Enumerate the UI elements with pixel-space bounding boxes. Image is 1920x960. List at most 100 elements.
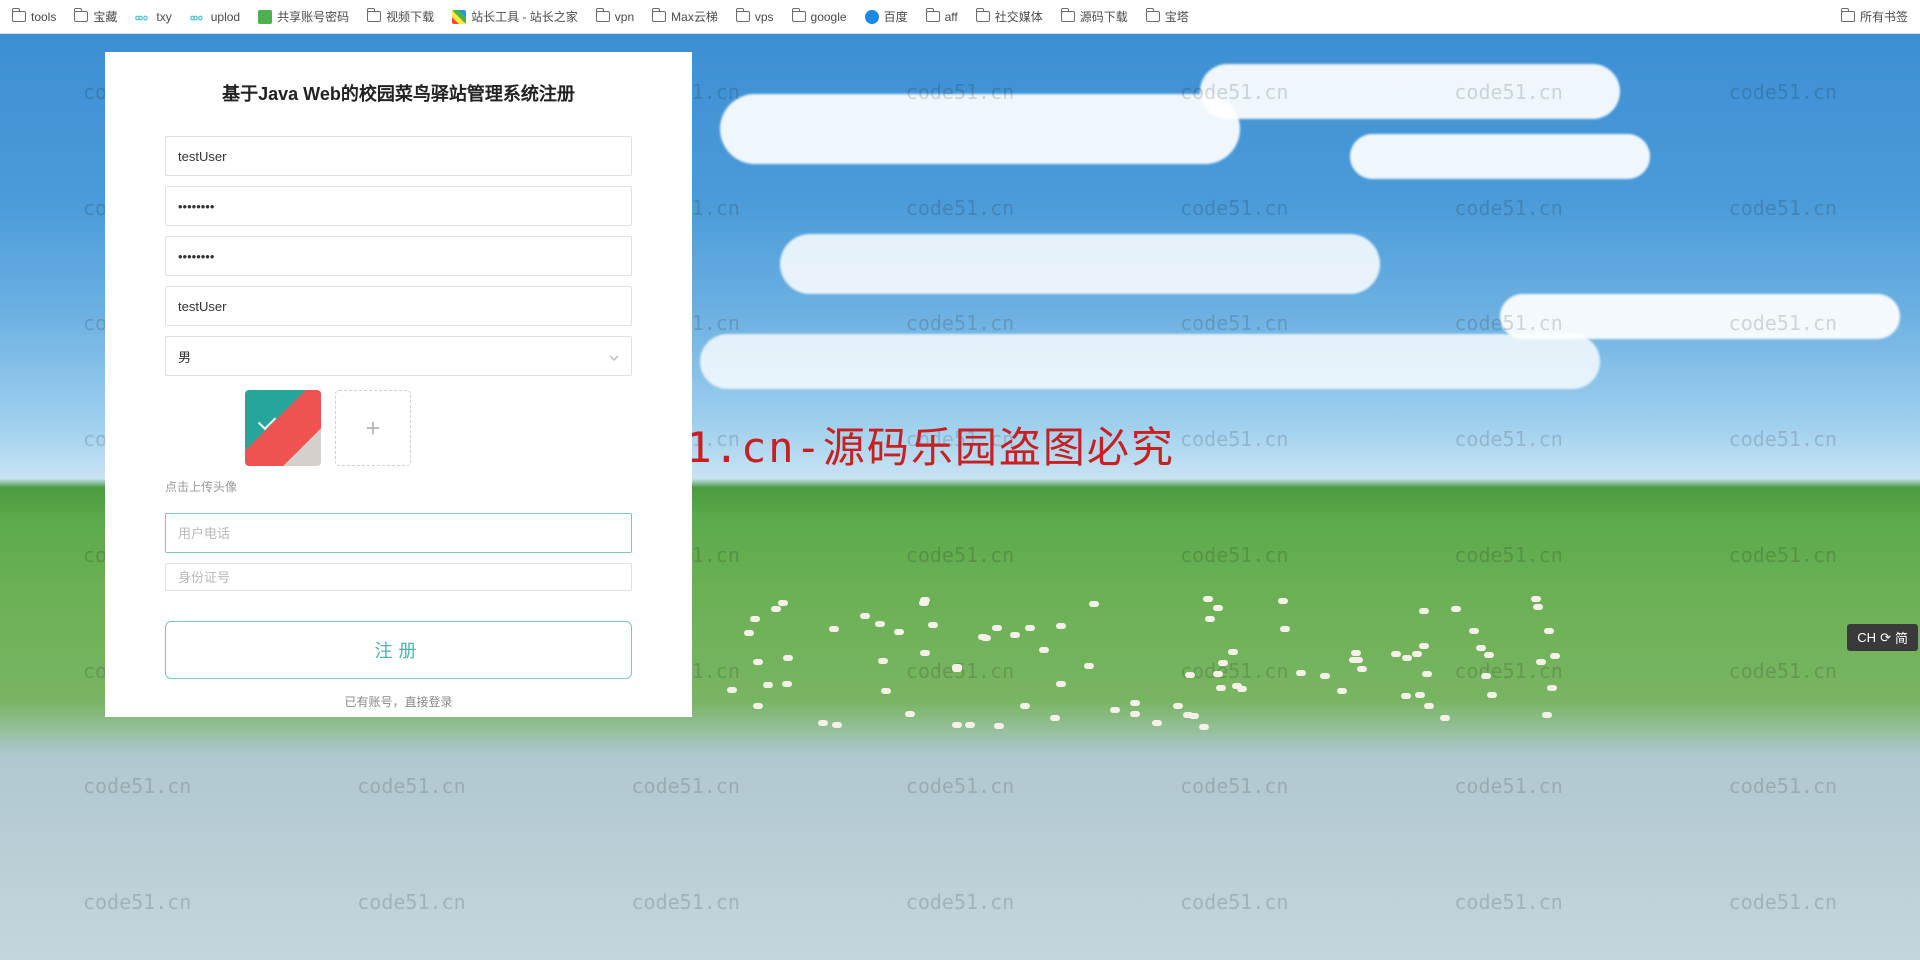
sheep-decoration xyxy=(978,634,988,640)
cloud-decoration xyxy=(1500,294,1900,339)
sheep-decoration xyxy=(994,723,1004,729)
sheep-decoration xyxy=(727,687,737,693)
watermark-text: code51.cn xyxy=(1646,381,1920,497)
watermark-text: code51.cn xyxy=(1646,729,1920,845)
register-button[interactable]: 注册 xyxy=(165,621,632,679)
bookmark-item[interactable]: 共享账号密码 xyxy=(258,8,349,25)
bookmark-item[interactable]: uplod xyxy=(190,10,240,24)
watermark-text: code51.cn xyxy=(1371,729,1645,845)
sheep-decoration xyxy=(1487,692,1497,698)
sheep-decoration xyxy=(763,682,773,688)
folder-icon xyxy=(792,11,806,22)
bookmark-label: vps xyxy=(755,10,774,24)
watermark-text: code51.cn xyxy=(1371,381,1645,497)
bookmark-item[interactable]: 站长工具 - 站长之家 xyxy=(452,8,578,25)
cloud-decoration xyxy=(1350,134,1650,179)
bookmark-label: uplod xyxy=(211,10,240,24)
watermark-text: code51.cn xyxy=(823,844,1097,960)
cloud-decoration xyxy=(700,334,1600,389)
sheep-decoration xyxy=(1056,623,1066,629)
favicon-icon xyxy=(452,10,466,24)
bookmark-item[interactable]: 百度 xyxy=(865,8,908,25)
watermark-text: code51.cn xyxy=(0,844,274,960)
favicon-icon xyxy=(258,10,272,24)
bookmark-item[interactable]: 宝藏 xyxy=(74,8,117,25)
sheep-decoration xyxy=(1020,703,1030,709)
page-title: 基于Java Web的校园菜鸟驿站管理系统注册 xyxy=(165,80,632,106)
sheep-decoration xyxy=(1089,601,1099,607)
gender-value: 男 xyxy=(178,347,191,366)
sheep-decoration xyxy=(778,600,788,606)
gender-select[interactable]: 男 xyxy=(165,336,632,376)
folder-icon xyxy=(1061,11,1075,22)
bookmark-item[interactable]: vps xyxy=(736,10,774,24)
bookmark-label: Max云梯 xyxy=(671,8,718,25)
bookmark-item[interactable]: Max云梯 xyxy=(652,8,718,25)
bookmark-label: 宝塔 xyxy=(1165,8,1189,25)
sheep-decoration xyxy=(1481,673,1491,679)
sheep-decoration xyxy=(1412,651,1422,657)
sheep-decoration xyxy=(1280,626,1290,632)
watermark-text: code51.cn xyxy=(1646,34,1920,150)
folder-icon xyxy=(736,11,750,22)
phone-input[interactable] xyxy=(165,513,632,553)
sheep-decoration xyxy=(1337,688,1347,694)
sheep-decoration xyxy=(1130,700,1140,706)
all-bookmarks[interactable]: 所有书签 xyxy=(1841,8,1908,25)
sheep-decoration xyxy=(1152,720,1162,726)
sheep-decoration xyxy=(905,711,915,717)
sheep-decoration xyxy=(1391,651,1401,657)
sheep-decoration xyxy=(1357,666,1367,672)
login-link[interactable]: 已有账号，直接登录 xyxy=(165,693,632,710)
sheep-decoration xyxy=(1415,692,1425,698)
sheep-decoration xyxy=(750,616,760,622)
bookmark-label: vpn xyxy=(615,10,634,24)
sheep-decoration xyxy=(1216,685,1226,691)
watermark-text: code51.cn xyxy=(1646,150,1920,266)
sheep-decoration xyxy=(1469,628,1479,634)
nickname-input[interactable] xyxy=(165,286,632,326)
username-input[interactable] xyxy=(165,136,632,176)
bookmark-item[interactable]: 宝塔 xyxy=(1146,8,1189,25)
infinity-icon xyxy=(190,12,206,22)
folder-icon xyxy=(1146,11,1160,22)
sheep-decoration xyxy=(1228,649,1238,655)
sheep-decoration xyxy=(1213,671,1223,677)
sheep-decoration xyxy=(1402,655,1412,661)
ime-indicator[interactable]: CH ⟳ 简 xyxy=(1847,624,1918,651)
password-confirm-input[interactable] xyxy=(165,236,632,276)
folder-icon xyxy=(926,11,940,22)
sheep-decoration xyxy=(1296,670,1306,676)
folder-icon xyxy=(1841,11,1855,22)
sheep-decoration xyxy=(965,722,975,728)
sheep-decoration xyxy=(1189,713,1199,719)
cloud-decoration xyxy=(780,234,1380,294)
password-input[interactable] xyxy=(165,186,632,226)
sheep-decoration xyxy=(1484,652,1494,658)
sheep-decoration xyxy=(1025,625,1035,631)
sheep-decoration xyxy=(783,655,793,661)
bookmark-item[interactable]: tools xyxy=(12,10,56,24)
watermark-text: code51.cn xyxy=(1646,844,1920,960)
bookmark-item[interactable]: 源码下载 xyxy=(1061,8,1128,25)
bookmark-item[interactable]: 视频下载 xyxy=(367,8,434,25)
bookmark-item[interactable]: txy xyxy=(135,10,171,24)
bookmark-label: 视频下载 xyxy=(386,8,434,25)
bookmark-item[interactable]: vpn xyxy=(596,10,634,24)
sheep-decoration xyxy=(818,720,828,726)
bookmark-item[interactable]: google xyxy=(792,10,847,24)
idcard-input[interactable] xyxy=(165,563,632,591)
watermark-text: code51.cn xyxy=(1097,497,1371,613)
sheep-decoration xyxy=(1010,632,1020,638)
bookmark-label: txy xyxy=(156,10,171,24)
uploaded-avatar-thumb[interactable] xyxy=(245,390,321,466)
bookmark-item[interactable]: 社交媒体 xyxy=(976,8,1043,25)
bookmark-item[interactable]: aff xyxy=(926,10,958,24)
sheep-decoration xyxy=(952,722,962,728)
sheep-decoration xyxy=(1351,650,1361,656)
bookmarks-bar: tools 宝藏 txy uplod 共享账号密码 视频下载 站长工具 - 站长之家 vpn M… xyxy=(0,0,1920,34)
ime-mode: 简 xyxy=(1895,628,1908,647)
upload-add-button[interactable]: + xyxy=(335,390,411,466)
sheep-decoration xyxy=(1349,657,1359,663)
chevron-down-icon xyxy=(609,351,619,361)
